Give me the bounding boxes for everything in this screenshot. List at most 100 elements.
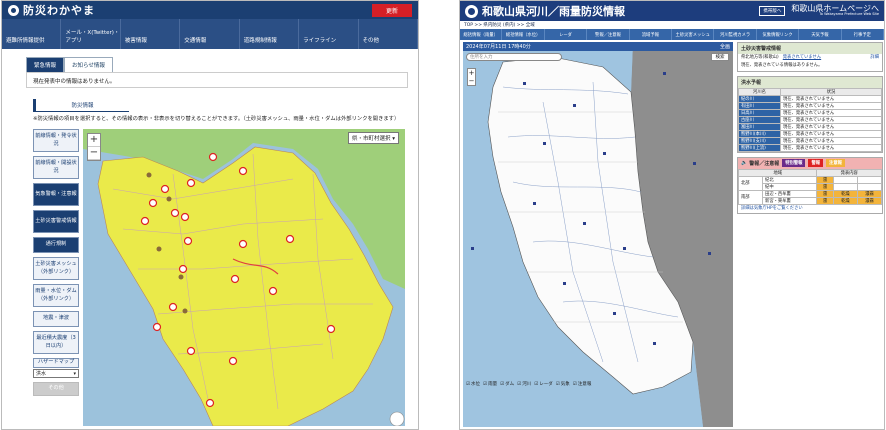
nav-item-lifeline[interactable]: ライフライン xyxy=(299,19,359,49)
warning-area: 田辺・西牟婁 xyxy=(762,189,818,198)
municipality-select[interactable]: 県・市町村選択 ▾ xyxy=(347,132,399,144)
nav-item-shelter[interactable]: 避難所情報提供 xyxy=(2,19,62,49)
breadcrumb[interactable]: TOP >> 県内防災 (県内) >> 全域 xyxy=(460,21,884,29)
warning-item: 雷 xyxy=(816,189,834,198)
river-map-svg xyxy=(463,42,733,427)
map-zoom-control: + − xyxy=(87,133,101,161)
tab-river-camera[interactable]: 河川監視カメラ xyxy=(714,29,757,40)
address-search-input[interactable]: 住所を入力 xyxy=(466,53,562,61)
river-logo-icon xyxy=(465,4,478,18)
legend-dam[interactable]: ダム xyxy=(500,381,514,387)
legend-river[interactable]: 河川 xyxy=(517,381,531,387)
zoom-in-icon[interactable]: + xyxy=(88,134,100,147)
table-row: 熊野川(支川) 現在、発表されていません xyxy=(738,136,882,145)
fullscreen-button[interactable]: 全画 xyxy=(720,43,730,50)
search-button[interactable]: 検索 xyxy=(711,53,729,61)
layer-button-earthquake[interactable]: 地震・津波 xyxy=(33,311,79,327)
river-name[interactable]: 日高川 xyxy=(738,108,781,117)
tab-weather-links[interactable]: 気象情報リンク xyxy=(757,29,800,40)
disaster-section: 土砂災害警戒情報 県北地方等(和歌山) 発表されていません 詳細 現在、発表され… xyxy=(737,42,883,72)
tab-forecast[interactable]: 天気予報 xyxy=(799,29,842,40)
nav-item-damage[interactable]: 被害情報 xyxy=(121,19,181,49)
river-name[interactable]: 熊野川(上流) xyxy=(738,143,781,152)
flood-table-header: 河川名 状況 xyxy=(738,87,882,96)
layer-button-rain-water[interactable]: 雨量・水位・ダム（外部リンク） xyxy=(33,284,79,307)
layer-legend: 水位 雨量 ダム 河川 レーダ 気象 注意報 xyxy=(466,381,591,387)
legend-weather[interactable]: 気象 xyxy=(556,381,570,387)
warning-item: 雷 xyxy=(816,196,834,205)
legend-rain[interactable]: 雨量 xyxy=(483,381,497,387)
river-name[interactable]: 富田川 xyxy=(738,122,781,131)
nav-item-other[interactable]: その他 xyxy=(359,19,418,49)
tab-rain-summary[interactable]: 総括情報（雨量） xyxy=(460,29,503,40)
disaster-row-status[interactable]: 発表されていません xyxy=(783,55,821,61)
river-status: 現在、発表されていません xyxy=(780,122,882,131)
left-site-title: 防災わかやま xyxy=(23,4,95,17)
observation-time: 2024年07月11日 17時40分 xyxy=(466,44,531,50)
legend-water-level[interactable]: 水位 xyxy=(466,381,480,387)
compass-icon[interactable] xyxy=(389,411,405,426)
warning-header-content: 発表内容 xyxy=(816,168,882,177)
explanation-text: ※防災情報の項目を選択すると、その情報の表示・非表示を切り替えることができます。… xyxy=(33,116,400,122)
river-name[interactable]: 古座川 xyxy=(738,115,781,124)
tab-warnings[interactable]: 警報／注意報 xyxy=(587,29,630,40)
flood-header-status: 状況 xyxy=(780,87,882,96)
header-right: 携帯版へ 和歌山県ホームページへ To Wakayama Prefecture … xyxy=(759,5,879,17)
layer-button-weather-warning[interactable]: 気象警報・注意報 xyxy=(33,183,79,206)
tab-basin-forecast[interactable]: 流域予報 xyxy=(630,29,673,40)
zoom-out-icon[interactable]: − xyxy=(468,77,475,85)
right-map[interactable]: 2024年07月11日 17時40分 全画 住所を入力 検索 + − 水位 雨量… xyxy=(463,42,733,427)
zoom-out-icon[interactable]: − xyxy=(88,147,100,160)
warning-area: 紀中 xyxy=(762,182,818,191)
prefecture-home-link[interactable]: 和歌山県ホームページへ To Wakayama Prefecture Web S… xyxy=(791,5,879,17)
update-button[interactable]: 更新 xyxy=(371,3,412,17)
tab-events[interactable]: 行事予定 xyxy=(842,29,884,40)
river-status: 現在、発表されていません xyxy=(780,108,882,117)
disaster-title: 土砂災害警戒情報 xyxy=(738,43,882,54)
table-row: 熊野川(上流) 現在、発表されていません xyxy=(738,143,882,152)
zoom-in-icon[interactable]: + xyxy=(468,69,475,77)
disaster-row-label: 県北地方等(和歌山) xyxy=(741,55,779,60)
warning-table: 地域 発表内容 北部 紀北 雷 紀中 雷 南部 田辺・西牟婁 雷 乾燥 濃霧 新… xyxy=(737,168,883,205)
river-status: 現在、発表されていません xyxy=(780,115,882,124)
info-tabs: 緊急情報 お知らせ情報 xyxy=(26,57,418,72)
tab-water-summary[interactable]: 総括情報（水位） xyxy=(502,29,545,40)
flood-header-river: 河川名 xyxy=(738,87,781,96)
table-row: 古座川 現在、発表されていません xyxy=(738,115,882,124)
municipality-select-value: 県・市町村選択 xyxy=(351,136,391,142)
layer-button-shelter-open[interactable]: 前線情報・開設状況 xyxy=(33,156,79,179)
tab-notices[interactable]: お知らせ情報 xyxy=(64,57,113,72)
table-row: 有田川 現在、発表されていません xyxy=(738,101,882,110)
layer-button-traffic[interactable]: 通行規制 xyxy=(33,237,79,253)
nav-item-mail-app[interactable]: メール・X(Twitter)・アプリ xyxy=(61,19,121,49)
hazard-map-select[interactable]: 洪水 ▾ xyxy=(33,369,79,378)
mobile-version-button[interactable]: 携帯版へ xyxy=(759,6,786,16)
river-status: 現在、発表されていません xyxy=(780,136,882,145)
nav-item-road[interactable]: 道路規制情報 xyxy=(240,19,300,49)
disaster-detail-link[interactable]: 詳細 xyxy=(870,55,879,61)
warning-item: 濃霧 xyxy=(856,189,883,198)
warning-area: 紀北 xyxy=(762,175,818,184)
badge-advisory: 注意報 xyxy=(826,159,845,168)
warning-item: 濃霧 xyxy=(856,196,883,205)
other-button[interactable]: その他 xyxy=(33,382,79,396)
warning-footnote-link[interactable]: 詳細は気象庁HPをご覧ください xyxy=(738,205,882,213)
tab-emergency[interactable]: 緊急情報 xyxy=(26,57,65,72)
layer-button-landslide[interactable]: 土砂災害警戒情報 xyxy=(33,210,79,233)
tab-radar[interactable]: レーダ xyxy=(545,29,588,40)
layer-button-landslide-mesh[interactable]: 土砂災害メッシュ（外部リンク） xyxy=(33,257,79,280)
river-name[interactable]: 熊野川(本川) xyxy=(738,129,781,138)
nav-item-traffic[interactable]: 交通情報 xyxy=(180,19,240,49)
warning-table-header: 地域 発表内容 xyxy=(737,168,882,177)
river-name[interactable]: 有田川 xyxy=(738,101,781,110)
layer-button-max-intensity[interactable]: 最近積大震度（3日以内） xyxy=(33,331,79,354)
warning-header-area: 地域 xyxy=(737,168,818,177)
table-row: 紀の川 現在、発表されていません xyxy=(738,94,882,103)
legend-advisory[interactable]: 注意報 xyxy=(573,381,592,387)
tab-landslide-mesh[interactable]: 土砂災害メッシュ xyxy=(672,29,715,40)
river-name[interactable]: 熊野川(支川) xyxy=(738,136,781,145)
river-name[interactable]: 紀の川 xyxy=(738,94,781,103)
legend-radar[interactable]: レーダ xyxy=(534,381,553,387)
left-map[interactable]: + − 県・市町村選択 ▾ xyxy=(83,129,405,426)
layer-button-evacuation-order[interactable]: 前線情報・発令状況 xyxy=(33,129,79,152)
